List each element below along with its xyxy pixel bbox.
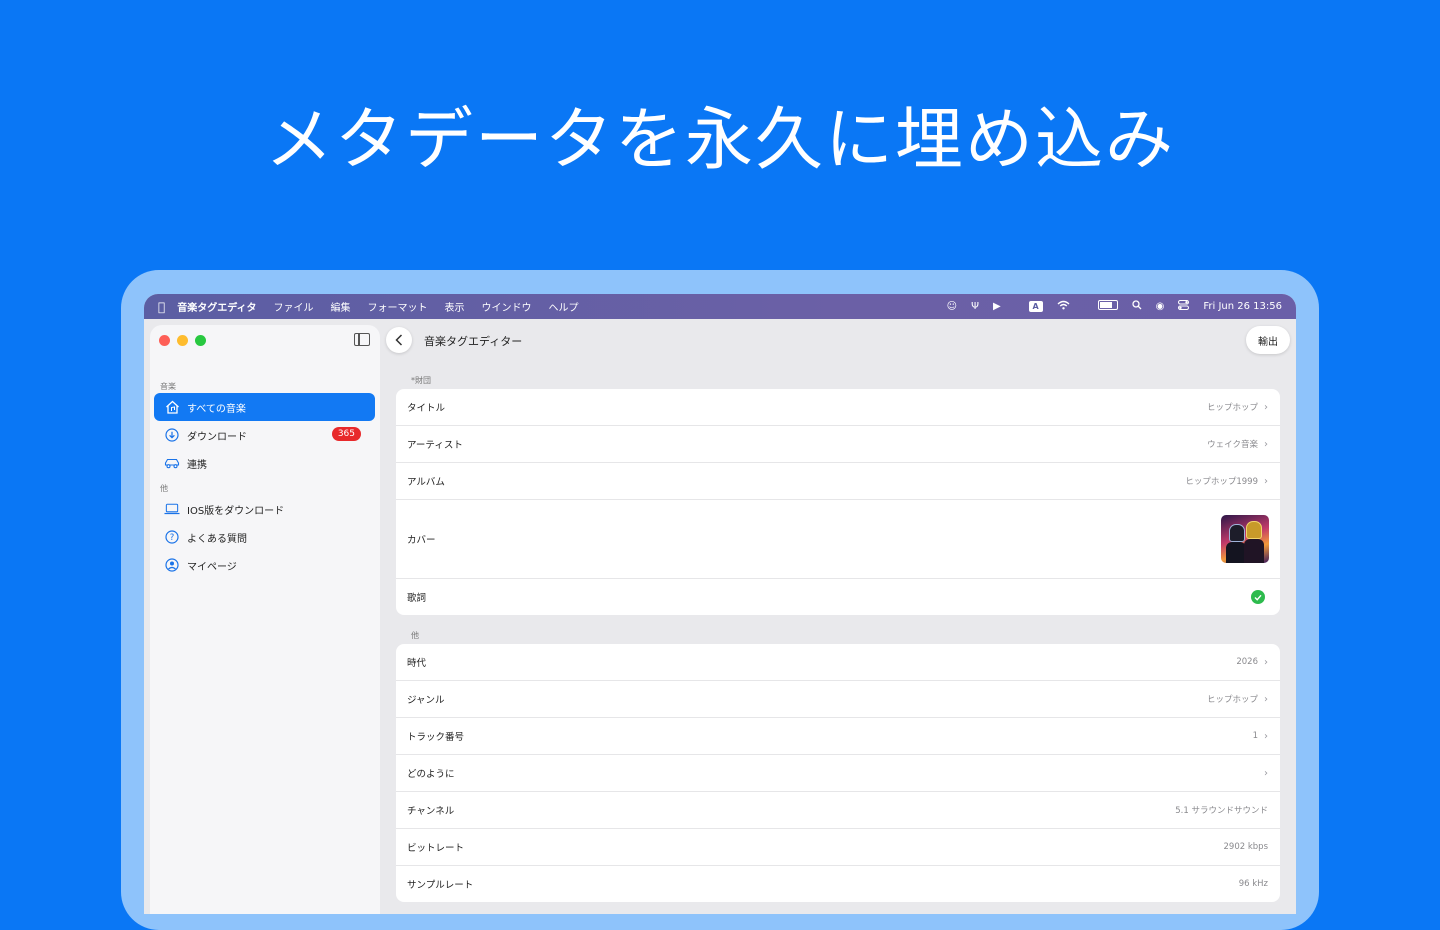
sidebar-item-my-page[interactable]: マイページ <box>154 551 375 579</box>
minimize-button[interactable] <box>177 335 188 346</box>
metadata-card-basic: タイトル ヒップホップ › アーティスト ウェイク音楽 › アルバム ヒップホッ… <box>396 389 1280 615</box>
car-icon <box>164 455 180 471</box>
laptop-icon <box>164 501 180 517</box>
sidebar-item-label: IOS版をダウンロード <box>187 505 285 517</box>
main-content: 音楽タグエディター 輸出 *財団 タイトル ヒップホップ › アーティスト ウェ… <box>380 319 1296 914</box>
row-bitrate: ビットレート 2902 kbps <box>396 829 1280 866</box>
row-title[interactable]: タイトル ヒップホップ › <box>396 389 1280 426</box>
sidebar-item-label: よくある質問 <box>187 533 247 545</box>
row-year[interactable]: 時代 2026 › <box>396 644 1280 681</box>
zoom-button[interactable] <box>195 335 206 346</box>
window-controls <box>159 335 213 346</box>
page-title: 音楽タグエディター <box>424 335 523 348</box>
metadata-card-other: 時代 2026 › ジャンル ヒップホップ › トラック番号 1 › どのように… <box>396 644 1280 902</box>
row-genre[interactable]: ジャンル ヒップホップ › <box>396 681 1280 718</box>
app-screen:  音楽タグエディタ ファイル 編集 フォーマット 表示 ウインドウ ヘルプ ☺… <box>144 294 1296 914</box>
row-lyrics[interactable]: 歌詞 <box>396 579 1280 615</box>
battery-icon[interactable] <box>1084 300 1118 313</box>
wifi-icon[interactable] <box>1057 300 1070 313</box>
row-cover[interactable]: カバー <box>396 500 1280 579</box>
play-status-icon[interactable]: ▶ <box>993 301 1001 312</box>
export-button[interactable]: 輸出 <box>1246 326 1290 354</box>
chevron-right-icon: › <box>1264 401 1268 413</box>
sidebar-item-label: マイページ <box>187 561 237 573</box>
headline: メタデータを永久に埋め込み <box>264 101 1175 180</box>
sidebar-item-download[interactable]: ダウンロード 365 <box>154 421 375 449</box>
sidebar-section-music: 音楽 <box>160 382 176 391</box>
menu-view[interactable]: 表示 <box>445 299 465 314</box>
chevron-right-icon: › <box>1264 438 1268 450</box>
cat-status-icon[interactable]: ☺ <box>947 301 957 312</box>
group-label-foundation: *財団 <box>411 376 431 385</box>
svg-text:?: ? <box>170 533 175 543</box>
chevron-right-icon: › <box>1264 656 1268 668</box>
back-button[interactable] <box>386 327 412 353</box>
sidebar-item-label: 連携 <box>187 459 207 471</box>
home-music-icon <box>164 399 180 415</box>
row-how[interactable]: どのように › <box>396 755 1280 792</box>
download-icon <box>164 427 180 443</box>
chevron-right-icon: › <box>1264 693 1268 705</box>
input-source-icon[interactable]: A <box>1015 301 1043 312</box>
menu-file[interactable]: ファイル <box>274 299 314 314</box>
sidebar-item-all-music[interactable]: すべての音楽 <box>154 393 375 421</box>
menu-edit[interactable]: 編集 <box>331 299 351 314</box>
menu-app-name[interactable]: 音楽タグエディタ <box>177 299 256 314</box>
menu-window[interactable]: ウインドウ <box>482 299 532 314</box>
sidebar-item-ios-download[interactable]: IOS版をダウンロード <box>154 495 375 523</box>
sidebar: 音楽 すべての音楽 ダウンロード 365 連携 他 IOS版をダウンロード ? … <box>150 325 380 914</box>
row-artist[interactable]: アーティスト ウェイク音楽 › <box>396 426 1280 463</box>
row-channel: チャンネル 5.1 サラウンドサウンド <box>396 792 1280 829</box>
apple-menu-icon[interactable]:  <box>158 300 165 314</box>
sidebar-item-faq[interactable]: ? よくある質問 <box>154 523 375 551</box>
menu-help[interactable]: ヘルプ <box>549 299 579 314</box>
row-sample-rate: サンプルレート 96 kHz <box>407 879 1268 891</box>
sidebar-item-label: すべての音楽 <box>187 403 246 415</box>
spotlight-search-icon[interactable] <box>1131 300 1142 313</box>
checkmark-icon <box>1251 590 1265 604</box>
menu-bar:  音楽タグエディタ ファイル 編集 フォーマット 表示 ウインドウ ヘルプ ☺… <box>144 294 1296 319</box>
close-button[interactable] <box>159 335 170 346</box>
download-count-badge: 365 <box>331 427 361 441</box>
sidebar-toggle-icon[interactable] <box>354 333 370 346</box>
menu-format[interactable]: フォーマット <box>368 299 428 314</box>
row-album[interactable]: アルバム ヒップホップ1999 › <box>396 463 1280 500</box>
chevron-right-icon: › <box>1264 730 1268 742</box>
sidebar-item-integration[interactable]: 連携 <box>154 449 375 477</box>
control-center-icon[interactable] <box>1178 300 1190 313</box>
cover-artwork[interactable] <box>1221 515 1269 563</box>
siri-icon[interactable]: ◉ <box>1156 301 1165 312</box>
sidebar-section-other: 他 <box>160 484 168 493</box>
group-label-other: 他 <box>411 631 419 640</box>
chevron-right-icon: › <box>1264 767 1268 779</box>
question-icon: ? <box>164 529 180 545</box>
sidebar-item-label: ダウンロード <box>187 431 247 443</box>
fork-status-icon[interactable]: Ψ <box>971 301 979 312</box>
row-track-number[interactable]: トラック番号 1 › <box>396 718 1280 755</box>
menu-clock[interactable]: Fri Jun 26 13:56 <box>1203 301 1282 312</box>
person-icon <box>164 557 180 573</box>
chevron-right-icon: › <box>1264 475 1268 487</box>
chevron-left-icon <box>395 334 403 346</box>
